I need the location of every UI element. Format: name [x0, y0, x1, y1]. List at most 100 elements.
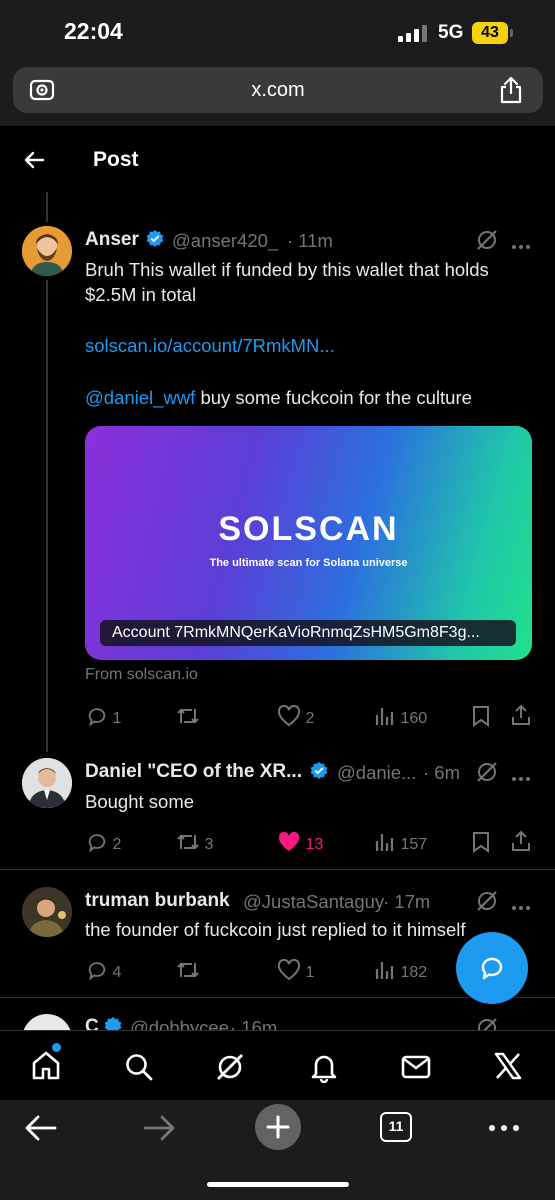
author-name[interactable]: Anser: [85, 229, 139, 251]
reply-button[interactable]: 1: [86, 705, 121, 728]
post-text-line-2: $2.5M in total: [85, 284, 197, 305]
views-count: 182: [400, 964, 428, 981]
grok-nav-icon[interactable]: [214, 1051, 246, 1083]
post-divider: [0, 869, 555, 870]
more-options-icon[interactable]: [511, 898, 531, 910]
repost-icon: [177, 834, 199, 850]
post-time[interactable]: · 11m: [287, 230, 333, 252]
heart-filled-icon: [278, 831, 300, 851]
thread-line: [46, 280, 48, 752]
author-name[interactable]: C: [85, 1016, 99, 1030]
nav-home[interactable]: [30, 1043, 62, 1081]
more-options-icon[interactable]: [511, 237, 531, 249]
card-logo: SOLSCAN: [218, 510, 399, 548]
like-count: 13: [305, 836, 324, 853]
repost-button[interactable]: 3: [176, 831, 213, 854]
bottom-nav: [0, 1030, 555, 1100]
grok-icon[interactable]: [475, 889, 499, 913]
author-name[interactable]: Daniel "CEO of the XR...: [85, 761, 302, 783]
repost-button[interactable]: [176, 959, 200, 982]
views-button[interactable]: 182: [374, 959, 427, 982]
battery-nub: [510, 29, 513, 37]
repost-icon: [177, 962, 199, 978]
post-text: the founder of fuckcoin just replied to …: [85, 919, 466, 940]
reply-button[interactable]: 2: [86, 831, 121, 854]
compose-reply-button[interactable]: [456, 932, 528, 1004]
heart-icon: [277, 958, 301, 981]
browser-menu-icon[interactable]: [488, 1124, 520, 1132]
signal-icon: [398, 24, 428, 42]
avatar-illustration: [22, 758, 72, 808]
like-count: 1: [305, 964, 315, 981]
status-time: 22:04: [64, 18, 123, 44]
home-indicator: [207, 1182, 349, 1187]
post-link[interactable]: solscan.io/account/7RmkMN...: [85, 333, 335, 359]
url-bar[interactable]: x.com: [13, 67, 543, 113]
share-post-icon[interactable]: [510, 830, 532, 852]
page-title: Post: [93, 148, 139, 171]
share-post-icon[interactable]: [510, 704, 532, 726]
grok-icon[interactable]: [475, 760, 499, 784]
author-handle[interactable]: @JustaSantaguy: [243, 891, 384, 913]
bell-icon[interactable]: [308, 1051, 340, 1083]
views-icon: [375, 834, 394, 851]
mention-text: buy some fuckcoin for the culture: [195, 387, 472, 408]
reply-count: 1: [112, 710, 122, 727]
post-time[interactable]: · 17m: [383, 891, 430, 913]
reply-count: 2: [112, 836, 122, 853]
card-source[interactable]: From solscan.io: [85, 666, 198, 684]
bookmark-icon[interactable]: [471, 831, 491, 853]
views-icon: [375, 708, 394, 725]
like-button[interactable]: 13: [277, 831, 323, 854]
search-icon[interactable]: [123, 1051, 155, 1083]
partial-post[interactable]: C @dobbycee · 16m: [0, 998, 555, 1030]
author-handle[interactable]: @anser420_: [172, 230, 278, 252]
avatar[interactable]: [22, 758, 72, 808]
new-tab-button[interactable]: [255, 1104, 301, 1150]
repost-icon: [177, 708, 199, 724]
mention-link[interactable]: @daniel_wwf: [85, 387, 195, 408]
back-arrow-icon[interactable]: [22, 148, 46, 172]
repost-button[interactable]: [176, 705, 200, 728]
post-header: [0, 126, 555, 192]
reply-bubble-icon: [481, 957, 503, 980]
author-handle[interactable]: @danie...: [337, 762, 416, 784]
avatar[interactable]: [22, 1014, 72, 1030]
share-icon[interactable]: [499, 76, 523, 104]
plus-icon: [266, 1115, 290, 1139]
reply-button[interactable]: 4: [86, 959, 121, 982]
reply-icon: [88, 834, 106, 853]
battery-indicator: 43: [472, 22, 508, 44]
thread-line-top: [46, 192, 48, 222]
card-caption: Account 7RmkMNQerKaVioRnmqZsHM5Gm8F3g...: [100, 620, 516, 646]
home-icon: [32, 1051, 60, 1080]
x-logo-icon[interactable]: [493, 1051, 523, 1081]
card-tagline: The ultimate scan for Solana universe: [209, 557, 408, 569]
author-name[interactable]: truman burbank: [85, 890, 230, 912]
grok-icon[interactable]: [475, 1016, 499, 1030]
grok-icon[interactable]: [475, 228, 499, 252]
more-options-icon[interactable]: [511, 769, 531, 781]
avatar-illustration: [22, 226, 72, 276]
post-mention-line: @daniel_wwf buy some fuckcoin for the cu…: [85, 385, 472, 411]
browser-forward-icon[interactable]: [142, 1113, 176, 1143]
views-count: 160: [400, 710, 428, 727]
network-type: 5G: [438, 22, 464, 43]
browser-back-icon[interactable]: [24, 1113, 58, 1143]
author-handle[interactable]: @dobbycee: [130, 1017, 229, 1030]
bookmark-icon[interactable]: [471, 705, 491, 727]
post-time[interactable]: · 6m: [423, 762, 460, 784]
views-button[interactable]: 157: [374, 831, 427, 854]
repost-count: 3: [204, 836, 214, 853]
post-time[interactable]: · 16m: [230, 1017, 277, 1030]
avatar[interactable]: [22, 887, 72, 937]
like-button[interactable]: 2: [277, 704, 315, 728]
messages-icon[interactable]: [400, 1052, 432, 1082]
avatar-illustration: [22, 887, 72, 937]
views-button[interactable]: 160: [374, 705, 427, 728]
avatar[interactable]: [22, 226, 72, 276]
like-button[interactable]: 1: [277, 958, 315, 982]
tabs-button[interactable]: 11: [380, 1112, 412, 1142]
like-count: 2: [305, 710, 315, 727]
link-preview-card[interactable]: SOLSCAN The ultimate scan for Solana uni…: [85, 426, 532, 660]
